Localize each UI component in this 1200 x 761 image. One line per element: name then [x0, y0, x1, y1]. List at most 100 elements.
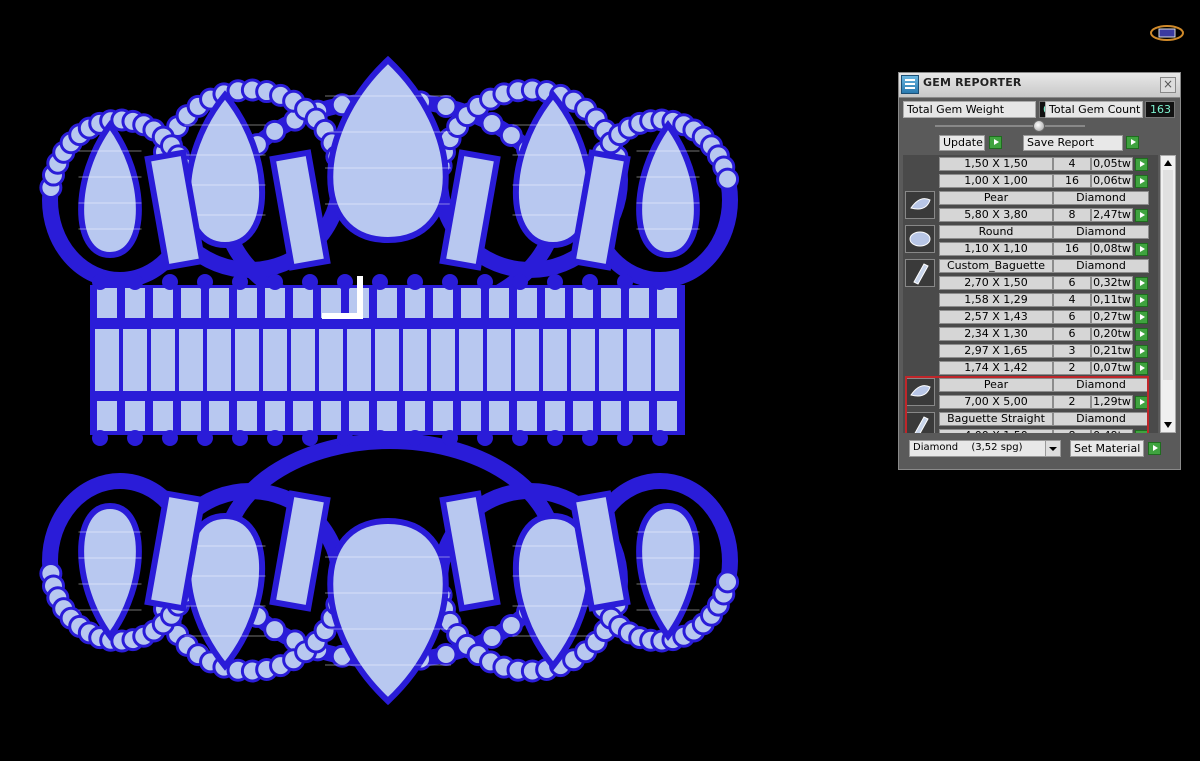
total-gem-count-label: Total Gem Count	[1045, 101, 1143, 118]
gem-size-row[interactable]: 1,50 X 1,50 4 0,05tw	[939, 157, 1158, 171]
gem-count-cell: 4	[1053, 293, 1091, 307]
close-button[interactable]: ×	[1160, 77, 1176, 93]
gem-size-cell: 1,00 X 1,00	[939, 174, 1053, 188]
material-select[interactable]: Diamond (3,52 spg)	[909, 440, 1061, 457]
scroll-up-icon[interactable]	[1164, 160, 1172, 166]
select-gems-play-icon[interactable]	[1135, 158, 1148, 171]
gem-material-cell: Diamond	[1053, 259, 1149, 273]
gem-size-row[interactable]: 2,70 X 1,50 6 0,32tw	[939, 276, 1158, 290]
round-gem-icon[interactable]	[905, 225, 935, 253]
select-gems-play-icon[interactable]	[1135, 311, 1148, 324]
select-gems-play-icon[interactable]	[1135, 396, 1148, 409]
gem-count-cell: 6	[1053, 327, 1091, 341]
gem-size-cell: 2,70 X 1,50	[939, 276, 1053, 290]
zoom-slider-track[interactable]	[935, 125, 1085, 127]
total-gem-count-value: 163	[1145, 101, 1175, 118]
set-material-play-icon[interactable]	[1148, 442, 1161, 455]
pear-gem-icon[interactable]	[905, 378, 935, 406]
gem-weight-cell: 0,32tw	[1091, 276, 1133, 290]
baguette-gem-icon[interactable]	[905, 259, 935, 287]
baguette-gem-icon[interactable]	[905, 412, 935, 433]
gem-count-cell: 4	[1053, 157, 1091, 171]
gem-material-cell: Diamond	[1053, 378, 1149, 392]
scroll-thumb[interactable]	[1163, 170, 1173, 380]
gem-shape-cell: Baguette Straight	[939, 412, 1053, 426]
gem-size-cell: 2,57 X 1,43	[939, 310, 1053, 324]
gem-reporter-window: GEM REPORTER × Total Gem Weight 6,17 Tot…	[898, 72, 1181, 470]
gem-size-row[interactable]: 1,58 X 1,29 4 0,11tw	[939, 293, 1158, 307]
gem-weight-cell: 0,07tw	[1091, 361, 1133, 375]
scroll-down-icon[interactable]	[1164, 422, 1172, 428]
select-gems-play-icon[interactable]	[1135, 175, 1148, 188]
select-gems-play-icon[interactable]	[1135, 328, 1148, 341]
save-report-button[interactable]: Save Report	[1023, 135, 1123, 151]
gem-weight-cell: 0,49tw	[1091, 429, 1133, 433]
select-gems-play-icon[interactable]	[1135, 362, 1148, 375]
gem-size-cell: 1,58 X 1,29	[939, 293, 1053, 307]
gem-weight-cell: 0,21tw	[1091, 344, 1133, 358]
gem-weight-cell: 0,05tw	[1091, 157, 1133, 171]
gem-size-row[interactable]: 2,57 X 1,43 6 0,27tw	[939, 310, 1158, 324]
gem-group-row[interactable]: Baguette Straight Diamond	[939, 412, 1149, 426]
gem-material-cell: Diamond	[1053, 412, 1149, 426]
gem-weight-cell: 0,06tw	[1091, 174, 1133, 188]
gem-shape-cell: Pear	[939, 191, 1053, 205]
gem-size-cell: 2,97 X 1,65	[939, 344, 1053, 358]
update-play-icon[interactable]	[989, 136, 1002, 149]
gem-size-cell: 1,74 X 1,42	[939, 361, 1053, 375]
gem-size-cell: 2,34 X 1,30	[939, 327, 1053, 341]
zoom-slider-handle[interactable]	[1033, 120, 1045, 132]
select-gems-play-icon[interactable]	[1135, 430, 1148, 433]
gem-weight-cell: 1,29tw	[1091, 395, 1133, 409]
gem-group-row[interactable]: Round Diamond	[939, 225, 1149, 239]
gem-weight-cell: 0,08tw	[1091, 242, 1133, 256]
gem-size-row[interactable]: 2,97 X 1,65 3 0,21tw	[939, 344, 1158, 358]
gem-size-row[interactable]: 1,00 X 1,00 16 0,06tw	[939, 174, 1158, 188]
pear-gem-icon[interactable]	[905, 191, 935, 219]
gem-shape-cell: Custom_Baguette	[939, 259, 1053, 273]
select-gems-play-icon[interactable]	[1135, 345, 1148, 358]
gem-size-row[interactable]: 5,80 X 3,80 8 2,47tw	[939, 208, 1158, 222]
gem-size-row[interactable]: 4,00 X 1,5080,49tw	[939, 429, 1158, 433]
gem-group-row[interactable]: Pear Diamond	[939, 378, 1149, 392]
gem-count-cell: 6	[1053, 276, 1091, 290]
gem-material-cell: Diamond	[1053, 225, 1149, 239]
select-gems-play-icon[interactable]	[1135, 243, 1148, 256]
gem-count-cell: 3	[1053, 344, 1091, 358]
gem-reporter-app-icon	[901, 75, 919, 94]
set-material-button[interactable]: Set Material	[1070, 440, 1145, 457]
gem-weight-cell: 0,11tw	[1091, 293, 1133, 307]
gem-count-cell: 2	[1053, 361, 1091, 375]
select-gems-play-icon[interactable]	[1135, 294, 1148, 307]
gem-weight-cell: 0,20tw	[1091, 327, 1133, 341]
update-button[interactable]: Update	[939, 135, 985, 151]
gem-group-row[interactable]: Custom_Baguette Diamond	[939, 259, 1149, 273]
gem-group-row[interactable]: Pear Diamond	[939, 191, 1149, 205]
gem-count-cell: 2	[1053, 395, 1091, 409]
gem-size-row[interactable]: 7,00 X 5,00 2 1,29tw	[939, 395, 1158, 409]
gem-list[interactable]: 1,50 X 1,50 4 0,05tw 1,00 X 1,00 16 0,06tw Pea…	[903, 155, 1158, 433]
window-title: GEM REPORTER	[923, 76, 1022, 89]
gem-list-scrollbar[interactable]	[1160, 155, 1176, 433]
gem-count-cell: 16	[1053, 174, 1091, 188]
save-report-play-icon[interactable]	[1126, 136, 1139, 149]
gem-weight-cell: 2,47tw	[1091, 208, 1133, 222]
gem-size-row[interactable]: 1,10 X 1,10 16 0,08tw	[939, 242, 1158, 256]
select-gems-play-icon[interactable]	[1135, 277, 1148, 290]
gem-count-cell: 8	[1053, 208, 1091, 222]
gem-size-cell: 5,80 X 3,80	[939, 208, 1053, 222]
gem-weight-cell: 0,27tw	[1091, 310, 1133, 324]
ring-model[interactable]	[0, 0, 880, 761]
gem-size-cell: 1,50 X 1,50	[939, 157, 1053, 171]
gem-size-row[interactable]: 2,34 X 1,30 6 0,20tw	[939, 327, 1158, 341]
gem-material-cell: Diamond	[1053, 191, 1149, 205]
gem-size-cell: 1,10 X 1,10	[939, 242, 1053, 256]
gem-size-cell: 7,00 X 5,00	[939, 395, 1053, 409]
gem-size-cell: 4,00 X 1,50	[939, 429, 1053, 433]
gem-size-row[interactable]: 1,74 X 1,42 2 0,07tw	[939, 361, 1158, 375]
3d-viewport[interactable]	[0, 0, 880, 761]
chevron-down-icon[interactable]	[1045, 441, 1060, 456]
navigation-cube-icon[interactable]	[1148, 22, 1186, 44]
select-gems-play-icon[interactable]	[1135, 209, 1148, 222]
title-bar[interactable]: GEM REPORTER ×	[899, 73, 1180, 98]
